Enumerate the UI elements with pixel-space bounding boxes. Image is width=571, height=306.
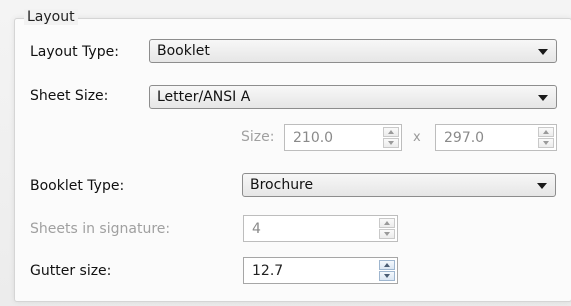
spin-down-button[interactable]: [379, 229, 395, 239]
spin-up-button[interactable]: [383, 127, 399, 137]
spin-up-button[interactable]: [538, 127, 554, 137]
layout-settings-panel: Layout Layout Type: Booklet Sheet Size: …: [0, 0, 571, 306]
gutter-size-spinbox[interactable]: 12.7: [243, 257, 398, 284]
spin-down-icon: [384, 232, 390, 236]
spin-down-button[interactable]: [383, 138, 399, 148]
gutter-size-label: Gutter size:: [30, 263, 112, 279]
size-height-spinbox[interactable]: 297.0: [435, 124, 557, 151]
spin-down-icon: [384, 274, 390, 278]
chevron-down-icon: [538, 49, 548, 55]
sheets-in-signature-spinbox[interactable]: 4: [243, 215, 398, 242]
spin-down-icon: [543, 141, 549, 145]
spin-up-icon: [543, 130, 549, 134]
spin-down-icon: [388, 141, 394, 145]
sheets-in-signature-label: Sheets in signature:: [30, 221, 171, 237]
chevron-down-icon: [537, 183, 547, 189]
spin-down-button[interactable]: [538, 138, 554, 148]
layout-type-label: Layout Type:: [30, 44, 119, 60]
spin-up-icon: [388, 130, 394, 134]
sheets-in-signature-value: 4: [252, 221, 261, 237]
size-label: Size:: [241, 129, 275, 145]
booklet-type-value: Brochure: [250, 177, 314, 193]
booklet-type-label: Booklet Type:: [30, 178, 125, 194]
size-separator: x: [413, 130, 421, 145]
sheet-size-dropdown[interactable]: Letter/ANSI A: [149, 85, 557, 109]
layout-group-title: Layout: [24, 9, 78, 25]
chevron-down-icon: [538, 95, 548, 101]
spin-up-icon: [384, 263, 390, 267]
size-width-value: 210.0: [293, 130, 334, 146]
booklet-type-dropdown[interactable]: Brochure: [242, 173, 556, 197]
spin-up-button[interactable]: [379, 218, 395, 228]
spin-up-icon: [384, 221, 390, 225]
gutter-size-value: 12.7: [252, 263, 284, 279]
spin-up-button[interactable]: [379, 260, 395, 270]
layout-type-dropdown[interactable]: Booklet: [149, 39, 557, 63]
sheet-size-label: Sheet Size:: [30, 88, 109, 104]
size-width-spinbox[interactable]: 210.0: [284, 124, 402, 151]
spin-down-button[interactable]: [379, 271, 395, 281]
size-height-value: 297.0: [444, 130, 485, 146]
sheet-size-value: Letter/ANSI A: [157, 89, 251, 105]
layout-type-value: Booklet: [157, 43, 210, 59]
